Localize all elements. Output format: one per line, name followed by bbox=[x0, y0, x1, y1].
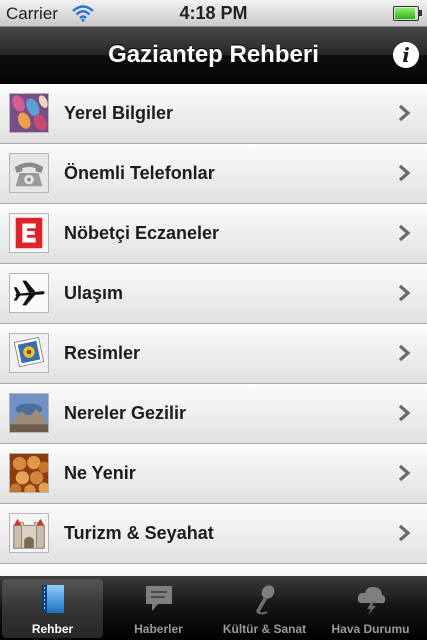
chevron-right-icon bbox=[398, 284, 411, 302]
microphone-icon bbox=[256, 585, 275, 615]
chevron-right-icon bbox=[398, 464, 411, 482]
list-item-label: Yerel Bilgiler bbox=[64, 103, 174, 123]
list-item-resimler[interactable]: Resimler bbox=[0, 324, 427, 384]
pharmacy-e-icon bbox=[9, 213, 49, 253]
landmark-photo-icon bbox=[9, 393, 49, 433]
info-button[interactable]: i bbox=[393, 42, 419, 68]
battery-icon bbox=[393, 6, 422, 21]
list-item-nobetci-eczaneler[interactable]: Nöbetçi Eczaneler bbox=[0, 204, 427, 264]
chevron-right-icon bbox=[398, 104, 411, 122]
list-item-label: Nereler Gezilir bbox=[64, 403, 187, 423]
list-item-nereler-gezilir[interactable]: Nereler Gezilir bbox=[0, 384, 427, 444]
fabric-pattern-icon bbox=[9, 93, 49, 133]
tab-label: Hava Durumu bbox=[331, 622, 410, 636]
tab-label: Rehber bbox=[31, 622, 74, 636]
chevron-right-icon bbox=[398, 344, 411, 362]
battery-level bbox=[395, 8, 415, 19]
list-item-partial bbox=[0, 564, 427, 576]
telephone-icon bbox=[9, 153, 49, 193]
list-item-label: Turizm & Seyahat bbox=[64, 523, 214, 543]
list-item-label: Nöbetçi Eczaneler bbox=[64, 223, 220, 243]
list-item-onemli-telefonlar[interactable]: Önemli Telefonlar bbox=[0, 144, 427, 204]
tab-kultur-sanat[interactable]: Kültür & Sanat bbox=[214, 579, 315, 638]
weather-cloud-icon bbox=[357, 586, 386, 615]
chevron-right-icon bbox=[398, 224, 411, 242]
navigation-bar: Gaziantep Rehberi i bbox=[0, 27, 427, 84]
list-item-ne-yenir[interactable]: Ne Yenir bbox=[0, 444, 427, 504]
tab-label: Kültür & Sanat bbox=[222, 622, 307, 636]
status-bar: Carrier 4:18 PM bbox=[0, 0, 427, 27]
status-time: 4:18 PM bbox=[179, 3, 248, 23]
list-item-label: Ne Yenir bbox=[64, 463, 136, 483]
page-title: Gaziantep Rehberi bbox=[108, 41, 319, 68]
airplane-icon bbox=[9, 273, 49, 313]
list-item-label: Resimler bbox=[64, 343, 141, 363]
tab-haberler[interactable]: Haberler bbox=[108, 579, 209, 638]
list-item-label: Önemli Telefonlar bbox=[64, 163, 215, 183]
tab-rehber[interactable]: Rehber bbox=[2, 579, 103, 638]
chevron-right-icon bbox=[398, 404, 411, 422]
food-icon bbox=[9, 453, 49, 493]
list-item-yerel-bilgiler[interactable]: Yerel Bilgiler bbox=[0, 84, 427, 144]
castle-icon bbox=[9, 513, 49, 553]
list-item-turizm-seyahat[interactable]: Turizm & Seyahat bbox=[0, 504, 427, 564]
list-item-label: Ulaşım bbox=[64, 283, 124, 303]
book-icon bbox=[42, 585, 64, 613]
tab-label: Haberler bbox=[134, 622, 183, 636]
chevron-right-icon bbox=[398, 524, 411, 542]
speech-bubble-icon bbox=[146, 586, 172, 611]
tab-bar: Rehber Haberler Kültür & Sanat Hava Duru… bbox=[0, 576, 427, 640]
tab-hava-durumu[interactable]: Hava Durumu bbox=[320, 579, 421, 638]
photo-icon bbox=[9, 333, 49, 373]
menu-list: Yerel Bilgiler Önemli Telefonlar Nöbetçi… bbox=[0, 84, 427, 576]
list-item-ulasim[interactable]: Ulaşım bbox=[0, 264, 427, 324]
chevron-right-icon bbox=[398, 164, 411, 182]
info-icon: i bbox=[402, 43, 410, 67]
